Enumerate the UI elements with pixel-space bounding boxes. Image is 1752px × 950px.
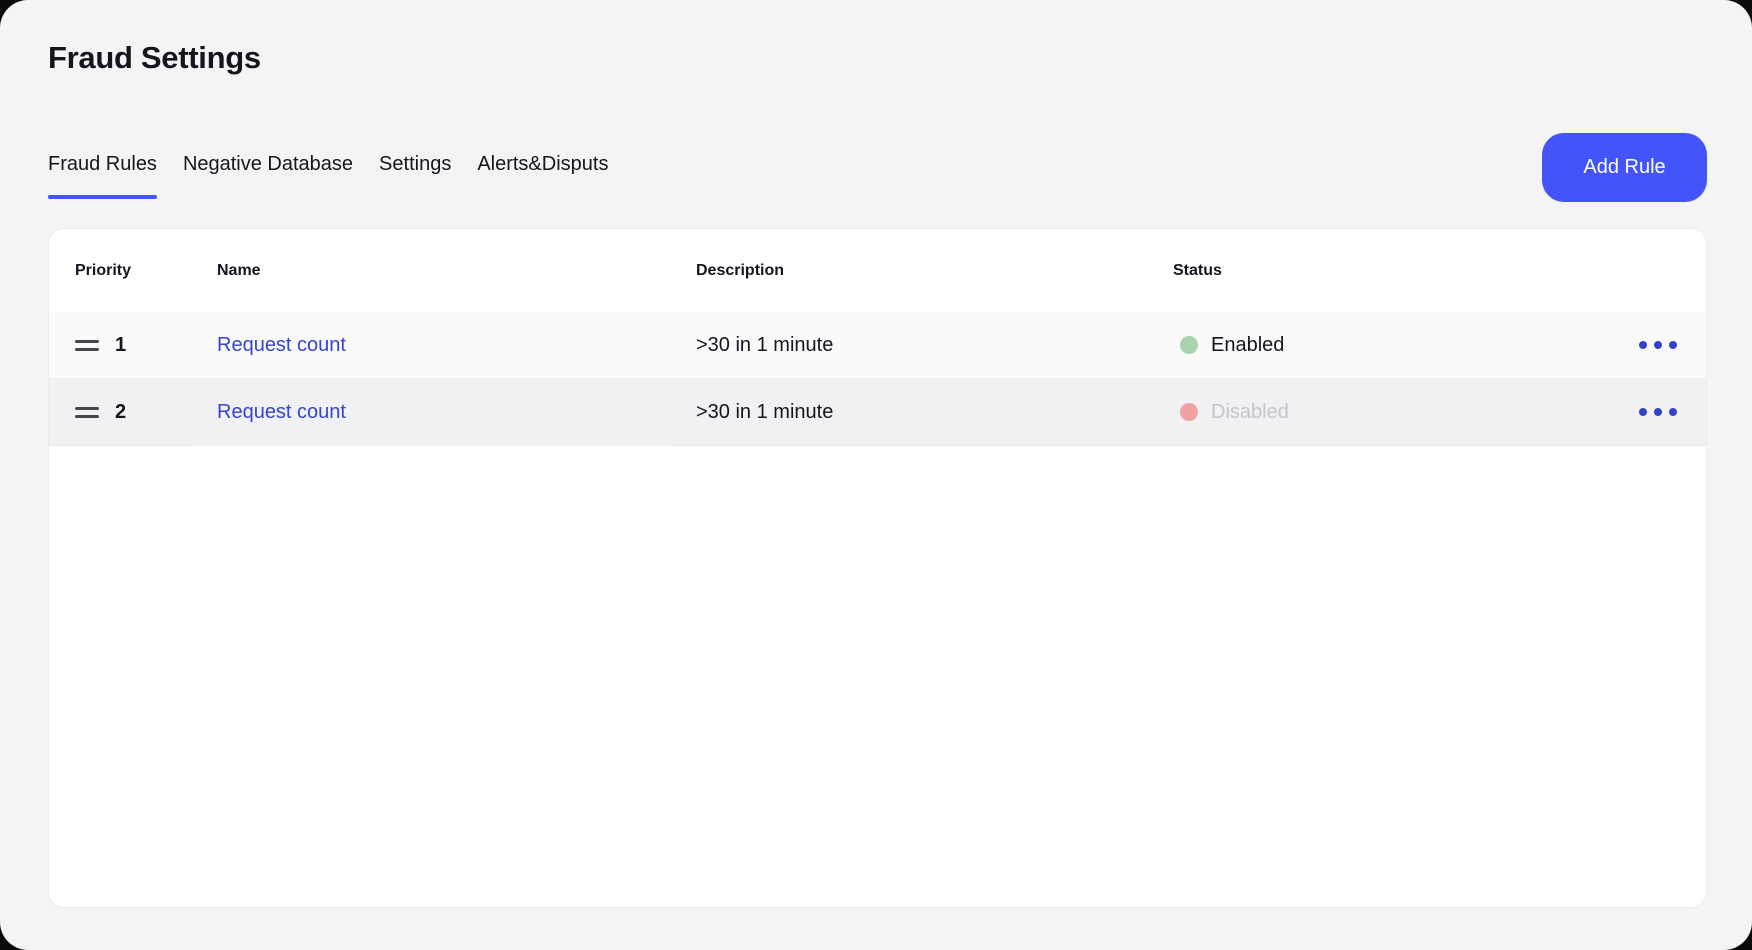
page-title: Fraud Settings xyxy=(48,40,261,76)
status-cell: Enabled xyxy=(1147,312,1581,379)
ellipsis-menu-icon[interactable] xyxy=(1637,402,1679,422)
tab-settings[interactable]: Settings xyxy=(379,150,451,199)
priority-cell: 1 xyxy=(49,312,191,379)
status-dot-icon xyxy=(1180,336,1198,354)
actions-cell xyxy=(1581,379,1706,446)
priority-cell: 2 xyxy=(49,379,191,446)
status-cell: Disabled xyxy=(1147,379,1581,446)
name-cell: Request count xyxy=(191,379,670,446)
table-row: 1 Request count >30 in 1 minute Enabled xyxy=(49,312,1706,379)
description-cell: >30 in 1 minute xyxy=(670,379,1147,446)
fraud-rules-table-card: Priority Name Description Status 1 Reque… xyxy=(48,228,1707,908)
drag-handle-icon[interactable] xyxy=(75,336,99,355)
tab-alerts-disputs[interactable]: Alerts&Disputs xyxy=(477,150,608,199)
tab-bar: Fraud Rules Negative Database Settings A… xyxy=(48,150,608,199)
rule-name-link[interactable]: Request count xyxy=(217,334,346,357)
column-header-description: Description xyxy=(670,262,1147,280)
status-dot-icon xyxy=(1180,403,1198,421)
status-badge: Enabled xyxy=(1180,334,1284,357)
table-row: 2 Request count >30 in 1 minute Disabled xyxy=(49,379,1706,446)
rule-name-link[interactable]: Request count xyxy=(217,401,346,424)
column-header-priority: Priority xyxy=(49,262,191,280)
tab-fraud-rules[interactable]: Fraud Rules xyxy=(48,150,157,199)
description-cell: >30 in 1 minute xyxy=(670,312,1147,379)
status-label: Disabled xyxy=(1211,401,1289,424)
column-header-name: Name xyxy=(191,262,670,280)
fraud-settings-page: Fraud Settings Fraud Rules Negative Data… xyxy=(0,0,1752,950)
add-rule-button[interactable]: Add Rule xyxy=(1542,133,1707,202)
table-header-row: Priority Name Description Status xyxy=(49,229,1706,312)
actions-cell xyxy=(1581,312,1706,379)
column-header-status: Status xyxy=(1147,262,1581,280)
priority-number: 2 xyxy=(115,401,126,424)
status-badge: Disabled xyxy=(1180,401,1289,424)
name-cell: Request count xyxy=(191,312,670,379)
tab-negative-database[interactable]: Negative Database xyxy=(183,150,353,199)
ellipsis-menu-icon[interactable] xyxy=(1637,335,1679,355)
drag-handle-icon[interactable] xyxy=(75,403,99,422)
status-label: Enabled xyxy=(1211,334,1284,357)
priority-number: 1 xyxy=(115,334,126,357)
